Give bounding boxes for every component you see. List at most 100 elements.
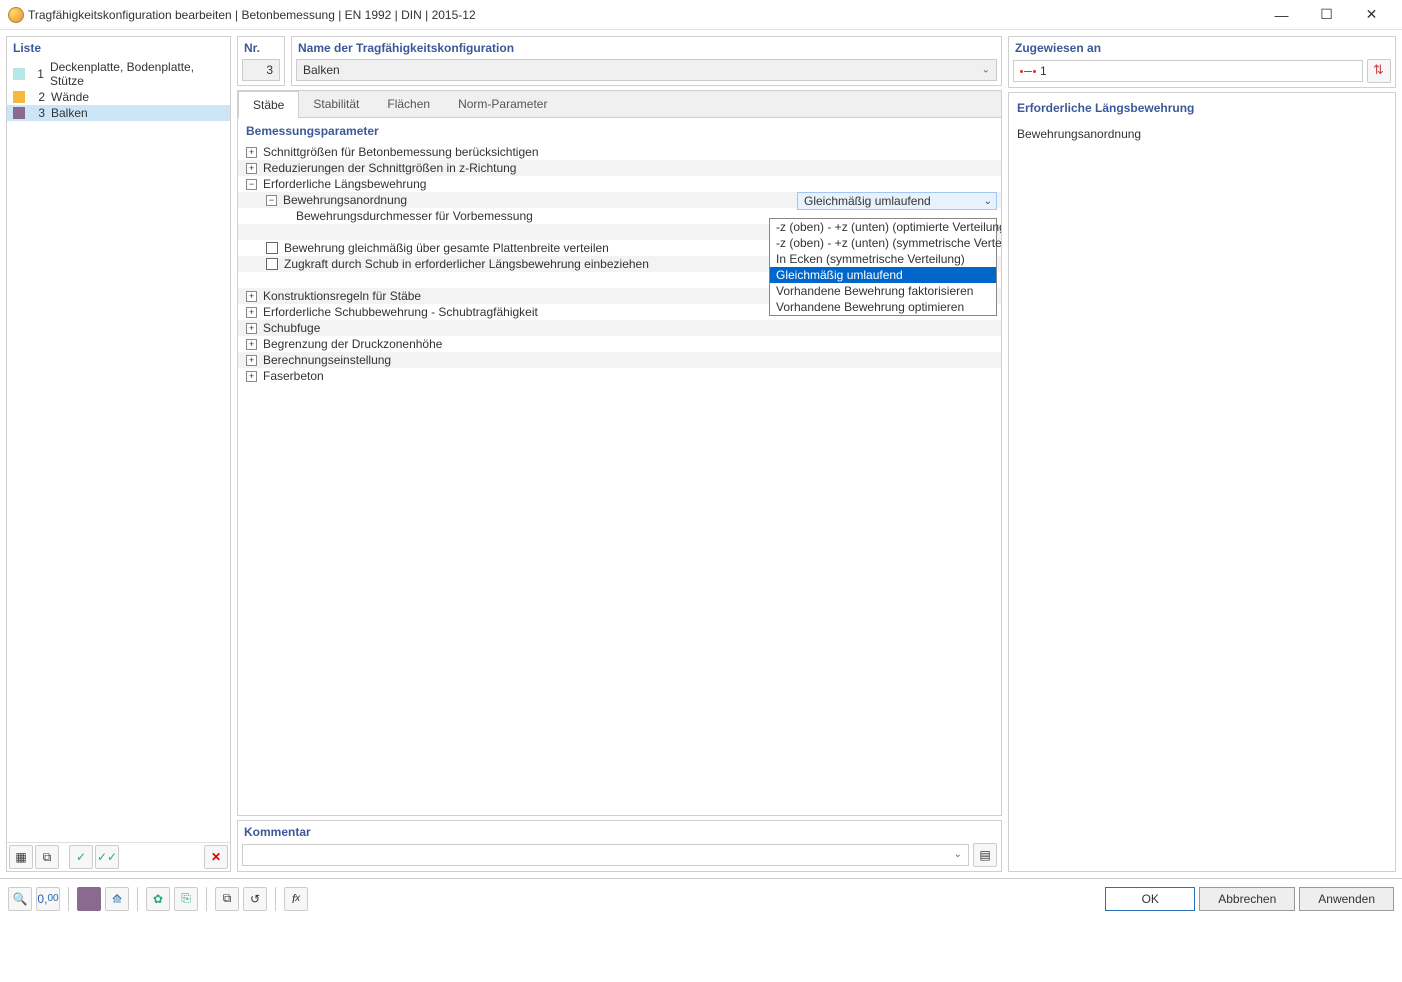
- tree-row[interactable]: −Erforderliche Längsbewehrung: [238, 176, 1001, 192]
- comment-input[interactable]: ⌄: [242, 844, 969, 866]
- tree-row[interactable]: + Schubfuge: [238, 320, 1001, 336]
- color-swatch: [13, 91, 25, 103]
- comment-library-button[interactable]: ▤: [973, 843, 997, 867]
- chevron-down-icon: ⌄: [954, 849, 962, 860]
- tool-1-button[interactable]: ✿: [146, 887, 170, 911]
- assigned-value: 1: [1040, 64, 1047, 78]
- expander-icon[interactable]: +: [246, 355, 257, 366]
- dropdown-item[interactable]: Vorhandene Bewehrung optimieren: [770, 299, 996, 315]
- expander-icon[interactable]: −: [266, 195, 277, 206]
- window-title: Tragfähigkeitskonfiguration bearbeiten |…: [24, 8, 1259, 22]
- tree-label: Bewehrung gleichmäßig über gesamte Platt…: [284, 241, 609, 255]
- tab-stabilität[interactable]: Stabilität: [299, 91, 373, 117]
- list-label: Deckenplatte, Bodenplatte, Stütze: [50, 60, 224, 88]
- bottom-bar: 🔍 0,00 ⟰ ✿ ⎘ ⧉ ↺ fx OK Abbrechen Anwende…: [0, 878, 1402, 918]
- dropdown-item[interactable]: -z (oben) - +z (unten) (symmetrische Ver…: [770, 235, 996, 251]
- tree-label: Schubfuge: [263, 321, 320, 335]
- cancel-button[interactable]: Abbrechen: [1199, 887, 1295, 911]
- top-fields: Nr. 3 Name der Tragfähigkeitskonfigurati…: [237, 36, 1002, 86]
- ok-button[interactable]: OK: [1105, 887, 1195, 911]
- tree-row[interactable]: + Schnittgrößen für Betonbemessung berück…: [238, 144, 1001, 160]
- dropdown-item[interactable]: In Ecken (symmetrische Verteilung): [770, 251, 996, 267]
- checkbox[interactable]: [266, 242, 278, 254]
- tree-label: Bewehrungsanordnung: [283, 193, 407, 207]
- tree-row[interactable]: + Berechnungseinstellung: [238, 352, 1001, 368]
- expander-icon[interactable]: +: [246, 163, 257, 174]
- chevron-down-icon: ⌄: [982, 65, 990, 76]
- tree-label: Berechnungseinstellung: [263, 353, 391, 367]
- tree-row[interactable]: −BewehrungsanordnungGleichmäßig umlaufen…: [238, 192, 1001, 208]
- tab-stäbe[interactable]: Stäbe: [238, 91, 299, 118]
- structure-button[interactable]: ⟰: [105, 887, 129, 911]
- pick-member-button[interactable]: [1367, 59, 1391, 83]
- dropdown-item[interactable]: Vorhandene Bewehrung faktorisieren: [770, 283, 996, 299]
- tool-2-button[interactable]: ⎘: [174, 887, 198, 911]
- list-item[interactable]: 1 Deckenplatte, Bodenplatte, Stütze: [7, 59, 230, 89]
- color-button[interactable]: [77, 887, 101, 911]
- assigned-input[interactable]: 1: [1013, 60, 1363, 82]
- check-all-button[interactable]: ✓✓: [95, 845, 119, 869]
- tabs: StäbeStabilitätFlächenNorm-Parameter: [238, 91, 1001, 118]
- apply-button[interactable]: Anwenden: [1299, 887, 1394, 911]
- expander-icon[interactable]: +: [246, 339, 257, 350]
- expander-icon[interactable]: +: [246, 147, 257, 158]
- name-label: Name der Tragfähigkeitskonfiguration: [292, 37, 1001, 59]
- dropdown-item[interactable]: Gleichmäßig umlaufend: [770, 267, 996, 283]
- separator: [275, 887, 276, 911]
- expander-icon[interactable]: +: [246, 291, 257, 302]
- tab-panel: StäbeStabilitätFlächenNorm-Parameter Bem…: [237, 90, 1002, 816]
- search-button[interactable]: 🔍: [8, 887, 32, 911]
- close-button[interactable]: ✕: [1349, 1, 1394, 29]
- tree-label: Zugkraft durch Schub in erforderlicher L…: [284, 257, 649, 271]
- name-value: Balken: [303, 63, 340, 77]
- new-item-button[interactable]: ▦: [9, 845, 33, 869]
- comment-group: Kommentar ⌄ ▤: [237, 820, 1002, 872]
- list-num: 3: [31, 106, 45, 120]
- function-button[interactable]: fx: [284, 887, 308, 911]
- tree-rows: + Schnittgrößen für Betonbemessung berück…: [238, 144, 1001, 384]
- units-button[interactable]: 0,00: [36, 887, 60, 911]
- list-label: Balken: [51, 106, 88, 120]
- delete-button[interactable]: ✕: [204, 845, 228, 869]
- dropdown-item[interactable]: -z (oben) - +z (unten) (optimierte Verte…: [770, 219, 996, 235]
- dropdown-menu[interactable]: -z (oben) - +z (unten) (optimierte Verte…: [769, 218, 997, 316]
- name-input[interactable]: Balken ⌄: [296, 59, 997, 81]
- list-items: 1 Deckenplatte, Bodenplatte, Stütze 2 Wä…: [7, 59, 230, 842]
- list-num: 2: [31, 90, 45, 104]
- tab-norm-parameter[interactable]: Norm-Parameter: [444, 91, 561, 117]
- tree-header: Bemessungsparameter: [238, 118, 1001, 144]
- tree-label: Begrenzung der Druckzonenhöhe: [263, 337, 442, 351]
- list-label: Wände: [51, 90, 89, 104]
- list-item[interactable]: 2 Wände: [7, 89, 230, 105]
- expander-icon[interactable]: +: [246, 371, 257, 382]
- tree-label: Erforderliche Schubbewehrung - Schubtrag…: [263, 305, 538, 319]
- comment-label: Kommentar: [238, 821, 1001, 843]
- tree-label: Schnittgrößen für Betonbemessung berücks…: [263, 145, 539, 159]
- tree-row[interactable]: + Faserbeton: [238, 368, 1001, 384]
- expander-icon[interactable]: +: [246, 323, 257, 334]
- color-swatch: [13, 68, 25, 80]
- color-swatch: [13, 107, 25, 119]
- title-bar: Tragfähigkeitskonfiguration bearbeiten |…: [0, 0, 1402, 30]
- list-item[interactable]: 3 Balken: [7, 105, 230, 121]
- check-button[interactable]: ✓: [69, 845, 93, 869]
- maximize-button[interactable]: ☐: [1304, 1, 1349, 29]
- tree-label: Faserbeton: [263, 369, 324, 383]
- assigned-label: Zugewiesen an: [1009, 37, 1395, 59]
- tree-label: Erforderliche Längsbewehrung: [263, 177, 426, 191]
- nr-group: Nr. 3: [237, 36, 285, 86]
- checkbox[interactable]: [266, 258, 278, 270]
- duplicate-item-button[interactable]: ⧉: [35, 845, 59, 869]
- list-toolbar: ▦ ⧉ ✓ ✓✓ ✕: [7, 842, 230, 871]
- tab-flächen[interactable]: Flächen: [373, 91, 444, 117]
- nr-input[interactable]: 3: [242, 59, 280, 81]
- minimize-button[interactable]: —: [1259, 1, 1304, 29]
- list-header: Liste: [7, 37, 230, 59]
- expander-icon[interactable]: +: [246, 307, 257, 318]
- tree-row[interactable]: +Reduzierungen der Schnittgrößen in z-Ri…: [238, 160, 1001, 176]
- undo-button[interactable]: ↺: [243, 887, 267, 911]
- expander-icon[interactable]: −: [246, 179, 257, 190]
- tree-row[interactable]: + Begrenzung der Druckzonenhöhe: [238, 336, 1001, 352]
- app-icon: [8, 7, 24, 23]
- copy-button[interactable]: ⧉: [215, 887, 239, 911]
